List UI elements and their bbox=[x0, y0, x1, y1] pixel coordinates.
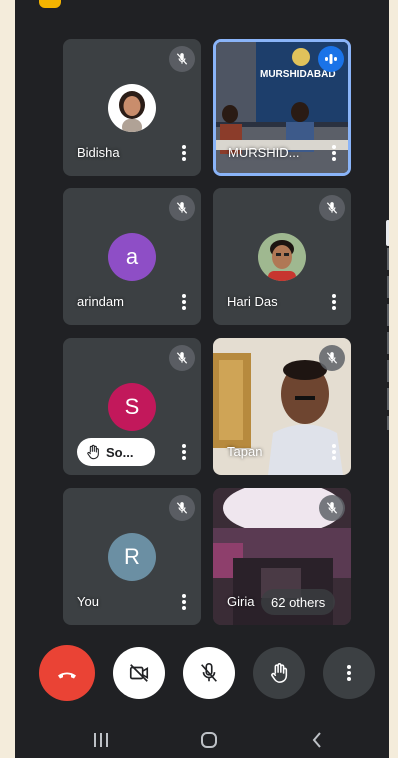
avatar-photo bbox=[108, 84, 156, 132]
more-vert-icon[interactable] bbox=[177, 441, 191, 463]
others-count-badge[interactable]: 62 others bbox=[261, 589, 336, 615]
more-vert-icon bbox=[347, 665, 351, 681]
home-icon[interactable] bbox=[189, 722, 229, 758]
more-vert-icon[interactable] bbox=[327, 142, 341, 164]
meet-call-screen: Bidisha MURSHIDABAD MURSHID... a arindam… bbox=[15, 0, 389, 758]
recents-icon[interactable] bbox=[81, 722, 121, 758]
camera-toggle-button[interactable] bbox=[113, 647, 165, 699]
participant-tile-murshidabad[interactable]: MURSHIDABAD MURSHID... bbox=[213, 39, 351, 176]
participant-name: You bbox=[77, 594, 99, 609]
scrollbar-thumb[interactable] bbox=[386, 220, 389, 246]
notification-dot bbox=[39, 0, 61, 8]
more-vert-icon[interactable] bbox=[327, 441, 341, 463]
participant-name: arindam bbox=[77, 294, 124, 309]
mic-off-icon bbox=[169, 46, 195, 72]
phone-hangup-icon bbox=[55, 661, 79, 685]
mic-off-icon bbox=[319, 195, 345, 221]
mic-off-icon bbox=[169, 495, 195, 521]
avatar: a bbox=[108, 233, 156, 281]
more-options-button[interactable] bbox=[323, 647, 375, 699]
participant-tile-so[interactable]: S So... bbox=[63, 338, 201, 475]
participant-name: So... bbox=[106, 444, 134, 460]
participant-tile-giria[interactable]: Giria 62 others bbox=[213, 488, 351, 625]
participant-tile-hari-das[interactable]: Hari Das bbox=[213, 188, 351, 325]
system-nav-bar bbox=[15, 722, 389, 758]
participant-tile-you[interactable]: R You bbox=[63, 488, 201, 625]
raised-hand-badge: So... bbox=[77, 438, 155, 466]
avatar-photo bbox=[258, 233, 306, 281]
mic-toggle-button[interactable] bbox=[183, 647, 235, 699]
more-vert-icon[interactable] bbox=[327, 291, 341, 313]
participant-tile-tapan[interactable]: Tapan bbox=[213, 338, 351, 475]
mic-off-icon bbox=[169, 195, 195, 221]
mic-off-icon bbox=[198, 662, 220, 684]
more-vert-icon[interactable] bbox=[177, 142, 191, 164]
back-icon[interactable] bbox=[297, 722, 337, 758]
more-vert-icon[interactable] bbox=[177, 291, 191, 313]
more-vert-icon[interactable] bbox=[177, 591, 191, 613]
hand-icon bbox=[268, 662, 290, 684]
participant-name: Tapan bbox=[227, 444, 263, 459]
raise-hand-button[interactable] bbox=[253, 647, 305, 699]
participant-name: Bidisha bbox=[77, 145, 120, 160]
participant-name: Hari Das bbox=[227, 294, 278, 309]
hand-icon bbox=[85, 444, 101, 460]
speaking-indicator-icon bbox=[318, 46, 344, 72]
participant-name: Giria bbox=[227, 594, 255, 609]
participant-name: MURSHID... bbox=[228, 145, 300, 160]
participant-tile-arindam[interactable]: a arindam bbox=[63, 188, 201, 325]
mic-off-icon bbox=[319, 495, 345, 521]
camera-off-icon bbox=[128, 662, 150, 684]
avatar: S bbox=[108, 383, 156, 431]
scrollbar-track[interactable] bbox=[387, 220, 389, 430]
mic-off-icon bbox=[169, 345, 195, 371]
end-call-button[interactable] bbox=[39, 645, 95, 701]
participant-tile-bidisha[interactable]: Bidisha bbox=[63, 39, 201, 176]
avatar: R bbox=[108, 533, 156, 581]
mic-off-icon bbox=[319, 345, 345, 371]
